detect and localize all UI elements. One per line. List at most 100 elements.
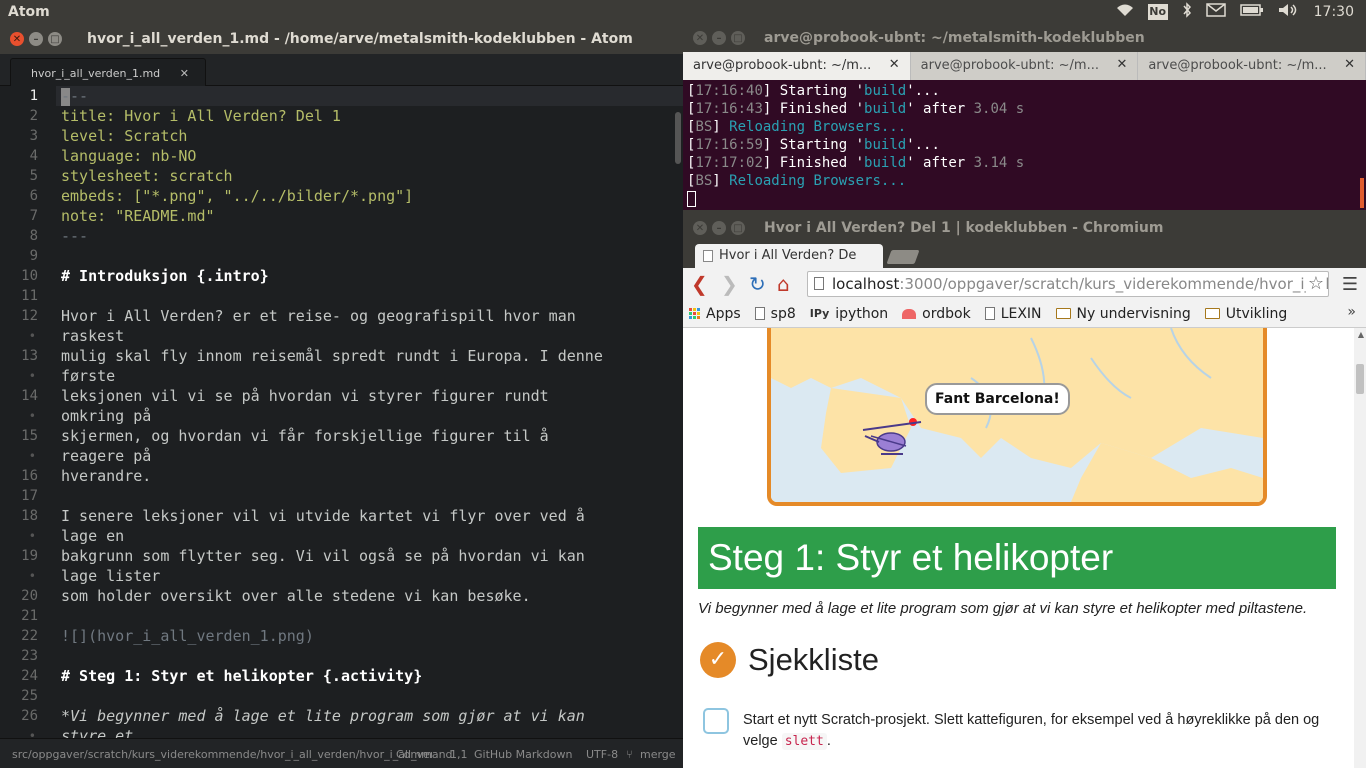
page-scrollbar-thumb[interactable] xyxy=(1356,364,1364,394)
close-tab-icon[interactable]: ✕ xyxy=(180,67,189,80)
task-checkbox[interactable] xyxy=(703,708,729,734)
line-number: 3 xyxy=(29,128,38,144)
ipython-icon: IPy xyxy=(809,307,830,320)
hamburger-menu-icon[interactable]: ☰ xyxy=(1342,274,1358,295)
terminal-output[interactable]: [17:16:40] Starting 'build'... [17:16:43… xyxy=(687,82,1359,208)
terminal-tab[interactable]: arve@probook-ubnt: ~/m... ✕ xyxy=(910,52,1139,80)
terminal-tab-label: arve@probook-ubnt: ~/m... xyxy=(693,58,872,73)
page-icon xyxy=(754,307,765,320)
folder-icon xyxy=(1055,308,1071,319)
line-number-gutter: 1 2 3 4 5 6 7 8 9 10 11 12 13 14 15 16 17 18 19 20 21 22 23 24 2… xyxy=(0,86,56,746)
bookmark-sp8[interactable]: sp8 xyxy=(754,306,796,322)
soft-wrap-indicator-icon: • xyxy=(28,409,36,423)
soft-wrap-indicator-icon: • xyxy=(28,569,36,583)
line-number: 2 xyxy=(29,108,38,124)
minimize-window-button[interactable]: – xyxy=(29,32,43,46)
step-heading: Steg 1: Styr et helikopter xyxy=(698,527,1336,589)
atom-tab-bar: hvor_i_all_verden_1.md ✕ xyxy=(0,54,683,86)
close-window-button[interactable]: ✕ xyxy=(693,31,707,45)
soft-wrap-indicator-icon: • xyxy=(28,529,36,543)
terminal-titlebar[interactable]: ✕ – □ arve@probook-ubnt: ~/metalsmith-ko… xyxy=(683,24,1366,52)
code-editor[interactable]: --- title: Hvor i All Verden? Del 1 leve… xyxy=(61,86,673,746)
soft-wrap-indicator-icon: • xyxy=(28,329,36,343)
atom-window: ✕ – □ hvor_i_all_verden_1.md - /home/arv… xyxy=(0,24,683,768)
line-number: 21 xyxy=(21,608,38,624)
terminal-line: [17:16:59] Starting 'build'... xyxy=(687,137,940,153)
line-number: 25 xyxy=(21,688,38,704)
page-scrollbar[interactable]: ▲ xyxy=(1354,328,1366,768)
top-panel: Atom No 17:30 xyxy=(0,0,1366,24)
code-line-wrap: reagere på xyxy=(61,447,152,465)
terminal-scrollbar[interactable] xyxy=(1360,178,1364,208)
terminal-tab[interactable]: arve@probook-ubnt: ~/m... ✕ xyxy=(683,52,911,80)
terminal-tab-label: arve@probook-ubnt: ~/m... xyxy=(1148,58,1327,73)
browser-tab[interactable]: Hvor i All Verden? De xyxy=(695,244,883,268)
line-number: 18 xyxy=(21,508,38,524)
line-number: 12 xyxy=(21,308,38,324)
code-line: mulig skal fly innom reisemål spredt run… xyxy=(61,347,603,365)
maximize-window-button[interactable]: □ xyxy=(48,32,62,46)
home-icon[interactable]: ⌂ xyxy=(777,272,790,296)
status-git-branch[interactable]: merge xyxy=(640,748,676,761)
back-icon[interactable]: ❮ xyxy=(691,272,708,296)
terminal-line: [BS] Reloading Browsers... xyxy=(687,173,907,189)
address-bar[interactable]: localhost:3000/oppgaver/scratch/kurs_vid… xyxy=(807,271,1329,297)
bookmarks-overflow-icon[interactable]: » xyxy=(1347,304,1356,320)
atom-titlebar[interactable]: ✕ – □ hvor_i_all_verden_1.md - /home/arv… xyxy=(0,24,683,54)
clock[interactable]: 17:30 xyxy=(1314,4,1354,20)
keyboard-layout-icon[interactable]: No xyxy=(1147,4,1168,20)
line-number: 5 xyxy=(29,168,38,184)
scroll-up-arrow-icon[interactable]: ▲ xyxy=(1358,330,1364,339)
code-line-wrap: lage lister xyxy=(61,567,161,585)
bookmark-folder-ny-undervisning[interactable]: Ny undervisning xyxy=(1055,306,1191,322)
new-tab-button[interactable] xyxy=(886,250,920,264)
line-number: 13 xyxy=(21,348,38,364)
volume-icon[interactable] xyxy=(1278,3,1298,21)
editor-tab[interactable]: hvor_i_all_verden_1.md ✕ xyxy=(10,58,206,86)
url-host: localhost xyxy=(832,275,900,293)
bookmark-apps[interactable]: Apps xyxy=(689,306,741,322)
chromium-window: ✕ – □ Hvor i All Verden? Del 1 | kodeklu… xyxy=(683,210,1366,768)
editor-scrollbar[interactable] xyxy=(675,112,681,164)
minimize-window-button[interactable]: – xyxy=(712,221,726,235)
status-grammar[interactable]: GitHub Markdown xyxy=(474,748,572,761)
terminal-tab[interactable]: arve@probook-ubnt: ~/m... ✕ xyxy=(1138,52,1366,80)
code-line-wrap: raskest xyxy=(61,327,125,345)
minimize-window-button[interactable]: – xyxy=(712,31,726,45)
close-tab-icon[interactable]: ✕ xyxy=(1116,57,1127,72)
bluetooth-icon[interactable] xyxy=(1182,2,1192,22)
close-tab-icon[interactable]: ✕ xyxy=(889,57,900,72)
reload-icon[interactable]: ↻ xyxy=(749,272,766,296)
step-intro-text: Vi begynner med å lage et lite program s… xyxy=(698,600,1308,617)
markdown-image-link: ![](hvor_i_all_verden_1.png) xyxy=(61,627,314,645)
forward-icon[interactable]: ❯ xyxy=(721,272,738,296)
chromium-titlebar[interactable]: ✕ – □ Hvor i All Verden? Del 1 | kodeklu… xyxy=(683,214,1366,242)
bookmark-ordbok[interactable]: ordbok xyxy=(902,306,971,322)
bookmark-ipython[interactable]: IPy ipython xyxy=(810,306,888,322)
close-window-button[interactable]: ✕ xyxy=(10,32,24,46)
line-number: 6 xyxy=(29,188,38,204)
bookmark-star-icon[interactable]: ☆ xyxy=(1305,273,1324,294)
wifi-icon[interactable] xyxy=(1116,3,1134,21)
status-file-path[interactable]: src/oppgaver/scratch/kurs_viderekommende… xyxy=(12,748,432,761)
bookmark-lexin[interactable]: LEXIN xyxy=(984,306,1042,322)
mail-icon[interactable] xyxy=(1205,3,1226,21)
close-tab-icon[interactable]: ✕ xyxy=(1344,57,1355,72)
code-line-wrap: lage en xyxy=(61,527,125,545)
maximize-window-button[interactable]: □ xyxy=(731,31,745,45)
terminal-prompt xyxy=(687,190,1359,208)
maximize-window-button[interactable]: □ xyxy=(731,221,745,235)
checkmark-icon: ✓ xyxy=(700,642,736,678)
line-number: 20 xyxy=(21,588,38,604)
status-encoding[interactable]: UTF-8 xyxy=(586,748,618,761)
battery-icon[interactable] xyxy=(1239,3,1264,21)
terminal-window: ✕ – □ arve@probook-ubnt: ~/metalsmith-ko… xyxy=(683,24,1366,210)
status-cursor-position[interactable]: 1,1 xyxy=(450,748,468,761)
code-line: *Vi begynner med å lage et lite program … xyxy=(61,707,585,725)
bookmark-folder-utvikling[interactable]: Utvikling xyxy=(1204,306,1287,322)
yaml-value: "README.md" xyxy=(115,207,215,225)
close-window-button[interactable]: ✕ xyxy=(693,221,707,235)
terminal-tab-label: arve@probook-ubnt: ~/m... xyxy=(920,58,1099,73)
line-number: 10 xyxy=(21,268,38,284)
code-line: leksjonen vil vi se på hvordan vi styrer… xyxy=(61,387,549,405)
